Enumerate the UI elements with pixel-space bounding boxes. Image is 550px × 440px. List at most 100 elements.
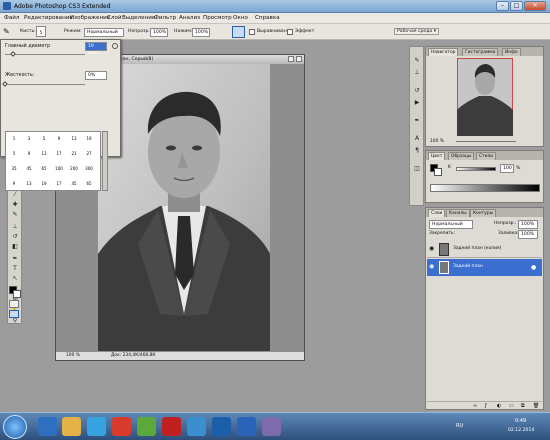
tab-histogram[interactable]: Гистограмма (462, 48, 499, 56)
brush-preset-cell[interactable]: 5 (38, 134, 50, 144)
brush-preset-cell[interactable]: 19 (38, 179, 50, 189)
opacity-field[interactable]: 100% (150, 28, 168, 37)
layer-style-icon[interactable]: ƒ (485, 403, 487, 409)
brush-preset-cell[interactable]: 5 (8, 149, 20, 159)
eyedropper-tool-icon[interactable]: ⁄ (10, 191, 20, 199)
explorer-icon[interactable] (62, 417, 81, 436)
zoom-tool-icon[interactable]: ⚲ (10, 317, 20, 325)
document-info[interactable]: Док: 234,4К/468,8К (111, 352, 156, 360)
tab-channels[interactable]: Каналы (446, 209, 470, 217)
tab-layers[interactable]: Слои (428, 209, 446, 217)
workspace-menu[interactable]: Рабочая среда ▾ (394, 28, 440, 35)
menu-help[interactable]: Справка (255, 15, 280, 21)
flow-field[interactable]: 100% (192, 28, 210, 37)
master-diameter-field[interactable]: 19 пикс (85, 42, 107, 56)
brush-preset-cell[interactable]: 200 (68, 164, 80, 174)
diameter-slider-track[interactable] (5, 54, 85, 55)
portrait-photo[interactable] (98, 64, 270, 351)
tab-styles[interactable]: Стили (476, 152, 497, 160)
start-button[interactable] (3, 415, 27, 439)
brush-preset-cell[interactable]: 100 (53, 164, 65, 174)
layer-row[interactable]: ◉ Задний план (копия) (427, 241, 542, 258)
brush-preset-picker[interactable]: 5 (36, 26, 46, 37)
brush-preset-cell[interactable]: 65 (38, 164, 50, 174)
brush-preset-cell[interactable]: 300 (83, 164, 95, 174)
word-icon[interactable] (237, 417, 256, 436)
hardness-slider-track[interactable] (5, 84, 85, 85)
brush-tool-icon[interactable]: ✎ (3, 27, 10, 36)
menu-window[interactable]: Окно (233, 15, 248, 21)
navigator-zoom[interactable]: 100 % (430, 139, 444, 144)
language-indicator[interactable]: RU (456, 423, 463, 429)
brush-preset-cell[interactable]: 9 (53, 134, 65, 144)
brush-preset-cell[interactable]: 21 (68, 149, 80, 159)
menu-edit[interactable]: Редактирование (24, 15, 73, 21)
menu-file[interactable]: Файл (4, 15, 19, 21)
channel-value[interactable]: 100 (500, 164, 514, 173)
menu-filter[interactable]: Фильтр (154, 15, 176, 21)
brush-preset-cell[interactable]: 1 (8, 134, 20, 144)
screen-mode-icon[interactable] (9, 310, 19, 318)
path-select-icon[interactable]: ↖ (10, 275, 20, 283)
menu-view[interactable]: Просмотр (203, 15, 232, 21)
viewer-icon[interactable] (262, 417, 281, 436)
brush-preset-cell[interactable]: 13 (68, 134, 80, 144)
add-mask-icon[interactable]: ◐ (497, 403, 501, 409)
effect-checkbox[interactable] (287, 29, 293, 35)
brush-tool-side-icon[interactable]: ✎ (10, 211, 20, 219)
history-icon[interactable]: ↺ (412, 87, 422, 95)
menu-select[interactable]: Выделение (122, 15, 155, 21)
brush-preset-cell[interactable]: 35 (8, 164, 20, 174)
brush-panel-icon[interactable]: ✎ (412, 57, 422, 65)
hardness-field[interactable]: 0% (85, 71, 107, 80)
menu-layer[interactable]: Слой (107, 15, 122, 21)
eye-icon[interactable]: ◉ (429, 245, 434, 252)
gray-slider[interactable] (456, 167, 496, 171)
player-icon[interactable] (187, 417, 206, 436)
color-bg-swatch[interactable] (434, 168, 442, 176)
link-layers-icon[interactable]: ∞ (473, 403, 477, 409)
hardness-slider-thumb[interactable] (2, 81, 8, 87)
brush-preset-cell[interactable]: 13 (23, 179, 35, 189)
paragraph-icon[interactable]: ¶ (412, 147, 422, 155)
maximize-button[interactable]: □ (510, 1, 523, 11)
new-layer-icon[interactable]: ⧉ (521, 403, 525, 409)
brush-preset-cell[interactable]: 9 (23, 149, 35, 159)
brush-preset-cell[interactable]: 17 (53, 149, 65, 159)
photoshop-taskbar-icon[interactable] (212, 417, 231, 436)
utorrent-icon[interactable] (137, 417, 156, 436)
brush-preset-cell[interactable]: 65 (83, 179, 95, 189)
tab-color[interactable]: Цвет (428, 152, 446, 160)
layer-row-selected[interactable]: ◉ Задний план ● (427, 259, 542, 276)
acrobat-icon[interactable] (162, 417, 181, 436)
layer-comps-icon[interactable]: ◫ (412, 165, 422, 173)
new-group-icon[interactable]: ▭ (509, 403, 514, 409)
diameter-slider-thumb[interactable] (10, 51, 16, 57)
opera-icon[interactable] (112, 417, 131, 436)
brush-preset-cell[interactable]: 45 (68, 179, 80, 189)
document-close-button[interactable] (296, 56, 302, 62)
brush-preset-cell[interactable]: 3 (23, 134, 35, 144)
pen-tool-icon[interactable]: ✒ (10, 255, 20, 263)
brush-preset-cell[interactable]: 17 (53, 179, 65, 189)
brush-preset-cell[interactable]: 13 (38, 149, 50, 159)
navigator-thumbnail[interactable] (457, 58, 513, 136)
background-color-swatch[interactable] (13, 290, 21, 298)
clone-source-icon[interactable]: ⊥ (412, 69, 422, 77)
brush-preset-cell[interactable]: 19 (83, 134, 95, 144)
stamp-tool-icon[interactable]: ⊥ (10, 223, 20, 231)
brush-preset-cell[interactable]: 9 (8, 179, 20, 189)
tab-swatches[interactable]: Образцы (448, 152, 475, 160)
mode-select[interactable]: Нормальный (84, 28, 124, 37)
airbrush-toggle[interactable] (232, 26, 245, 38)
type-tool-icon[interactable]: T (10, 265, 20, 273)
navigator-zoom-slider[interactable] (456, 141, 516, 142)
tab-paths[interactable]: Контуры (470, 209, 497, 217)
ie-icon[interactable] (38, 417, 57, 436)
layer-opacity-field[interactable]: 100% (518, 220, 538, 229)
document-minimize-button[interactable] (288, 56, 294, 62)
brush-grid-scrollbar[interactable] (102, 131, 108, 191)
brush-preset-cell[interactable]: 27 (83, 149, 95, 159)
color-ramp[interactable] (430, 184, 540, 192)
quick-mask-icon[interactable] (9, 300, 19, 308)
